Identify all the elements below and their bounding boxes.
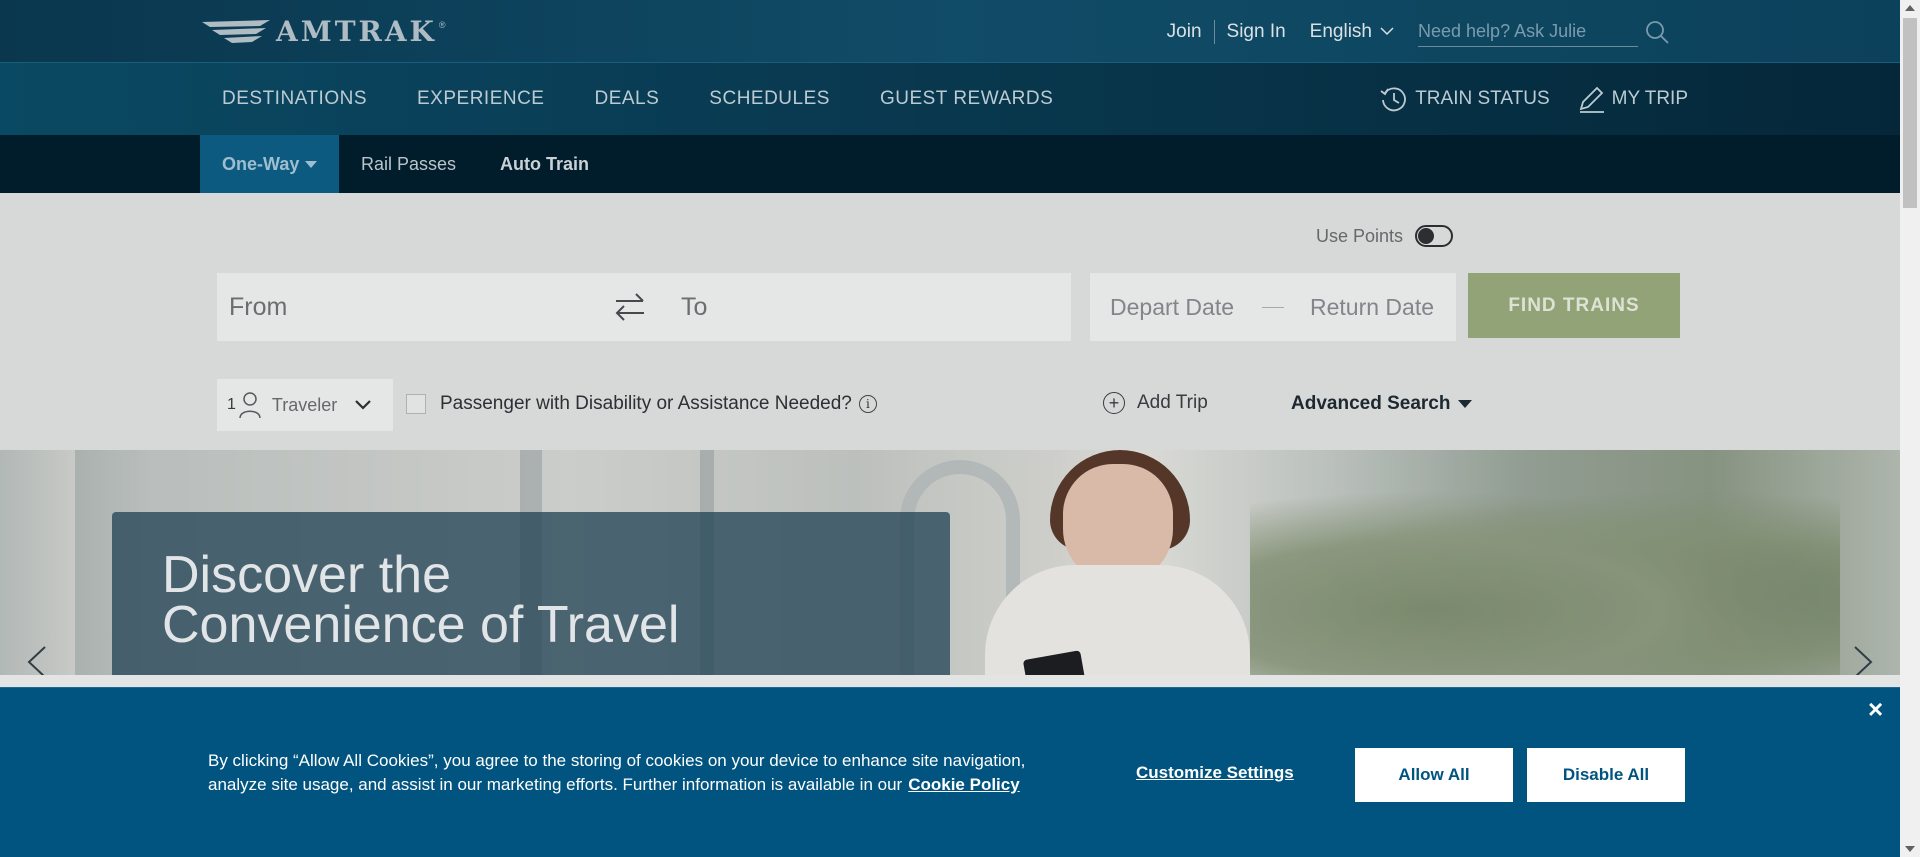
disability-checkbox[interactable] <box>406 394 426 414</box>
top-utility-bar: AMTRAK ® Join Sign In English <box>0 0 1900 63</box>
hero-left-edge <box>0 450 75 675</box>
station-fields: From To <box>217 273 1071 341</box>
to-station-input[interactable]: To <box>681 293 707 322</box>
hero-text-panel: Discover the Convenience of Travel <box>112 512 950 675</box>
help-search <box>1418 16 1670 47</box>
my-trip-link[interactable]: MY TRIP <box>1576 84 1688 114</box>
main-nav-right: TRAIN STATUS MY TRIP <box>1353 63 1688 135</box>
nav-destinations[interactable]: DESTINATIONS <box>222 88 367 110</box>
tab-auto-train[interactable]: Auto Train <box>500 135 589 193</box>
tab-rail-passes[interactable]: Rail Passes <box>361 135 456 193</box>
clock-history-icon <box>1380 87 1407 112</box>
caret-down-icon <box>305 160 318 168</box>
tab-one-way-label: One-Way <box>222 153 300 174</box>
my-trip-label: MY TRIP <box>1611 88 1688 109</box>
tab-one-way[interactable]: One-Way <box>200 135 340 193</box>
nav-deals[interactable]: DEALS <box>594 88 659 110</box>
caret-down-icon <box>1458 400 1473 408</box>
amtrak-swoosh-icon <box>202 20 270 43</box>
scroll-down-icon[interactable] <box>1905 846 1915 852</box>
join-link[interactable]: Join <box>1155 21 1214 43</box>
ask-julie-input[interactable] <box>1418 16 1638 47</box>
main-navigation: DESTINATIONS EXPERIENCE DEALS SCHEDULES … <box>0 63 1900 135</box>
hero-carousel: Discover the Convenience of Travel <box>0 450 1900 675</box>
plus-circle-icon: + <box>1103 392 1125 414</box>
return-date-input[interactable]: Return Date <box>1310 294 1434 321</box>
scroll-up-icon[interactable] <box>1905 5 1915 11</box>
amtrak-logo[interactable]: AMTRAK ® <box>200 14 482 48</box>
find-trains-button[interactable]: FIND TRAINS <box>1468 273 1680 338</box>
chevron-down-icon <box>355 400 372 410</box>
allow-all-button[interactable]: Allow All <box>1355 748 1513 802</box>
cookie-policy-link[interactable]: Cookie Policy <box>908 775 1019 794</box>
hero-trees <box>1250 490 1840 675</box>
hero-woman-body <box>985 565 1250 675</box>
traveler-count: 1 <box>227 396 236 413</box>
traveler-label: Traveler <box>271 394 338 415</box>
brand-reg-mark: ® <box>438 20 446 30</box>
nav-experience[interactable]: EXPERIENCE <box>417 88 544 110</box>
page-scrollbar[interactable] <box>1900 0 1920 857</box>
use-points-label: Use Points <box>1316 225 1404 246</box>
hero-headline-line-2: Convenience of Travel <box>162 596 680 654</box>
train-status-label: TRAIN STATUS <box>1415 88 1550 109</box>
language-selector[interactable]: English <box>1310 21 1394 43</box>
sign-in-link[interactable]: Sign In <box>1215 21 1298 43</box>
search-icon[interactable] <box>1644 19 1670 45</box>
info-icon[interactable]: i <box>858 395 877 413</box>
utility-links: Join Sign In English <box>1155 0 1670 63</box>
cookie-message-text: By clicking “Allow All Cookies”, you agr… <box>208 751 1026 794</box>
chevron-down-icon <box>1380 27 1394 36</box>
booking-form: Use Points From To Depart Date Return Da… <box>0 193 1900 450</box>
use-points-toggle[interactable] <box>1415 225 1454 247</box>
close-icon[interactable]: × <box>1868 696 1883 722</box>
train-status-link[interactable]: TRAIN STATUS <box>1379 84 1550 114</box>
date-separator <box>1262 306 1284 308</box>
nav-guest-rewards[interactable]: GUEST REWARDS <box>880 88 1053 110</box>
brand-name: AMTRAK <box>276 14 437 48</box>
nav-schedules[interactable]: SCHEDULES <box>709 88 830 110</box>
disable-all-button[interactable]: Disable All <box>1527 748 1685 802</box>
pencil-icon <box>1579 86 1604 113</box>
language-label: English <box>1309 20 1372 42</box>
swap-arrows-icon[interactable] <box>613 289 647 325</box>
carousel-next-icon[interactable] <box>1852 645 1874 675</box>
cookie-consent-banner: × By clicking “Allow All Cookies”, you a… <box>0 687 1900 857</box>
add-trip-button[interactable]: + Add Trip <box>1103 392 1208 414</box>
scrollbar-thumb[interactable] <box>1903 18 1917 208</box>
date-fields: Depart Date Return Date <box>1090 273 1456 341</box>
trip-type-tabs: One-Way Rail Passes Auto Train <box>0 135 1900 193</box>
add-trip-label: Add Trip <box>1137 392 1208 413</box>
customize-settings-link[interactable]: Customize Settings <box>1136 763 1294 783</box>
disability-label: Passenger with Disability or Assistance … <box>440 393 852 414</box>
disability-assistance-option: Passenger with Disability or Assistance … <box>406 393 877 415</box>
carousel-prev-icon[interactable] <box>26 645 48 675</box>
traveler-selector[interactable]: 1 Traveler <box>217 379 393 431</box>
use-points-control: Use Points <box>1316 225 1454 247</box>
cookie-message: By clicking “Allow All Cookies”, you agr… <box>208 749 1048 797</box>
depart-date-input[interactable]: Depart Date <box>1110 294 1234 321</box>
advanced-search-toggle[interactable]: Advanced Search <box>1291 393 1473 415</box>
from-station-input[interactable]: From <box>229 293 287 322</box>
person-icon <box>239 392 261 419</box>
toggle-knob <box>1418 228 1435 244</box>
hero-headline: Discover the Convenience of Travel <box>162 549 679 651</box>
advanced-search-label: Advanced Search <box>1291 393 1451 414</box>
main-nav-items: DESTINATIONS EXPERIENCE DEALS SCHEDULES … <box>222 63 1103 135</box>
